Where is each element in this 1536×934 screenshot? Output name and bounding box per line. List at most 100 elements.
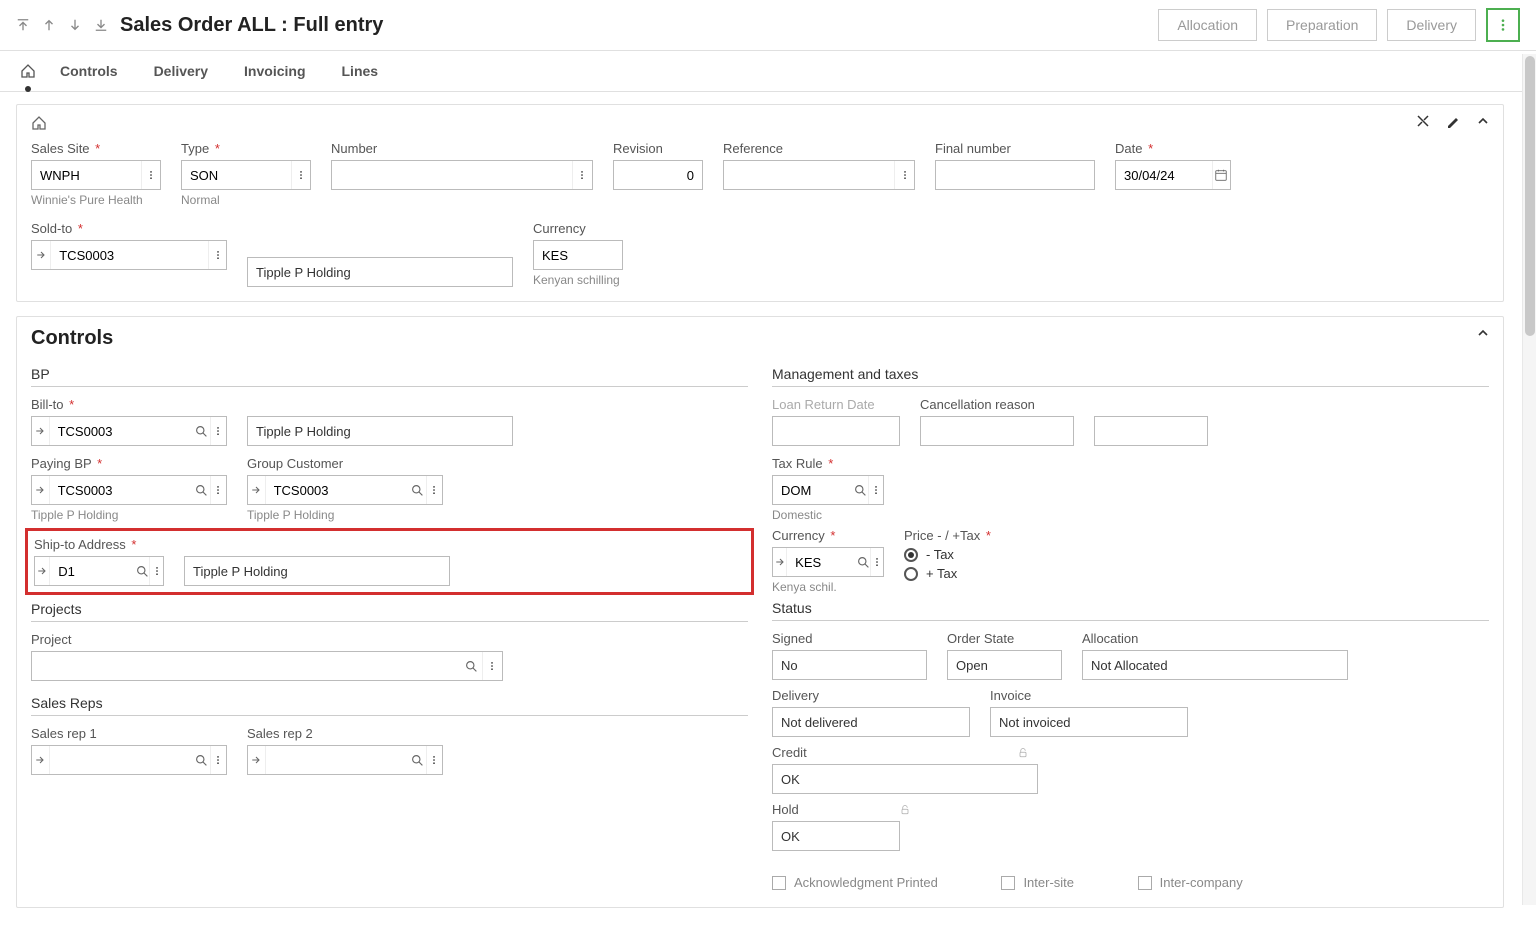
tab-lines[interactable]: Lines [342, 51, 379, 91]
search-icon[interactable] [194, 476, 210, 504]
currency-helper: Kenyan schilling [533, 273, 623, 287]
type-input[interactable] [181, 160, 311, 190]
tab-delivery[interactable]: Delivery [154, 51, 208, 91]
price-tax-plus-radio[interactable]: + Tax [904, 566, 1054, 581]
ack-printed-checkbox[interactable]: Acknowledgment Printed [772, 875, 938, 890]
kebab-icon[interactable] [426, 746, 442, 774]
bill-to-input[interactable] [31, 416, 227, 446]
arrow-down-last-icon[interactable] [94, 18, 108, 32]
search-icon[interactable] [853, 476, 868, 504]
credit-value: OK [772, 764, 1038, 794]
calendar-icon[interactable] [1212, 161, 1230, 189]
price-tax-label: Price - / +Tax * [904, 528, 1054, 543]
arrow-right-icon[interactable] [32, 746, 50, 774]
collapse-icon[interactable] [1475, 325, 1491, 341]
vertical-scrollbar[interactable] [1522, 54, 1536, 905]
allocation-button[interactable]: Allocation [1158, 9, 1257, 41]
date-label: Date * [1115, 141, 1231, 156]
lock-icon [1017, 747, 1029, 759]
arrow-right-icon[interactable] [248, 476, 266, 504]
delivery-button[interactable]: Delivery [1387, 9, 1476, 41]
bill-to-label: Bill-to * [31, 397, 227, 412]
revision-label: Revision [613, 141, 703, 156]
arrow-right-icon[interactable] [32, 417, 50, 445]
collapse-icon[interactable] [1475, 113, 1491, 129]
search-icon[interactable] [857, 548, 870, 576]
paying-bp-input[interactable] [31, 475, 227, 505]
kebab-icon[interactable] [208, 241, 226, 269]
preparation-button[interactable]: Preparation [1267, 9, 1377, 41]
kebab-icon[interactable] [894, 161, 914, 189]
tax-rule-input[interactable] [772, 475, 884, 505]
cancel-reason-input[interactable] [920, 416, 1074, 446]
more-actions-button[interactable] [1486, 8, 1520, 42]
ctrl-currency-input[interactable] [772, 547, 884, 577]
kebab-icon[interactable] [210, 746, 226, 774]
kebab-icon[interactable] [291, 161, 310, 189]
date-input[interactable] [1115, 160, 1231, 190]
tools-icon[interactable] [1415, 113, 1431, 129]
ship-to-label: Ship-to Address * [34, 537, 164, 552]
kebab-icon[interactable] [426, 476, 442, 504]
allocation-value: Not Allocated [1082, 650, 1348, 680]
credit-label: Credit [772, 745, 1038, 760]
kebab-icon[interactable] [482, 652, 502, 680]
tab-home[interactable] [16, 51, 40, 91]
delivery-status-value: Not delivered [772, 707, 970, 737]
final-number-input[interactable] [935, 160, 1095, 190]
mgmt-heading: Management and taxes [772, 366, 1489, 387]
sales-reps-heading: Sales Reps [31, 695, 748, 716]
arrow-right-icon[interactable] [248, 746, 266, 774]
kebab-icon[interactable] [572, 161, 592, 189]
header-actions: Allocation Preparation Delivery [1158, 8, 1520, 42]
loan-return-label: Loan Return Date [772, 397, 900, 412]
sales-site-input[interactable] [31, 160, 161, 190]
tab-controls[interactable]: Controls [60, 51, 118, 91]
search-icon[interactable] [135, 557, 149, 585]
group-customer-input[interactable] [247, 475, 443, 505]
arrow-right-icon[interactable] [773, 548, 787, 576]
edit-icon[interactable] [1445, 113, 1461, 129]
search-icon[interactable] [410, 746, 426, 774]
arrow-up-icon[interactable] [42, 18, 56, 32]
ship-to-input[interactable] [34, 556, 164, 586]
currency-input[interactable] [533, 240, 623, 270]
search-icon[interactable] [462, 652, 482, 680]
kebab-icon[interactable] [870, 548, 883, 576]
search-icon[interactable] [194, 746, 210, 774]
arrow-down-icon[interactable] [68, 18, 82, 32]
search-icon[interactable] [410, 476, 426, 504]
kebab-icon[interactable] [210, 476, 226, 504]
hold-label: Hold [772, 802, 900, 817]
inter-company-checkbox[interactable]: Inter-company [1138, 875, 1243, 890]
allocation-label: Allocation [1082, 631, 1348, 646]
reference-input[interactable] [723, 160, 915, 190]
number-input[interactable] [331, 160, 593, 190]
ship-to-name: Tipple P Holding [184, 556, 450, 586]
home-icon[interactable] [31, 115, 47, 131]
revision-input[interactable] [613, 160, 703, 190]
loan-return-input[interactable] [772, 416, 900, 446]
arrow-up-first-icon[interactable] [16, 18, 30, 32]
lock-icon [899, 804, 911, 816]
sales-rep-1-input[interactable] [31, 745, 227, 775]
sold-to-input[interactable] [31, 240, 227, 270]
kebab-icon[interactable] [149, 557, 163, 585]
kebab-icon[interactable] [210, 417, 226, 445]
project-input[interactable] [31, 651, 503, 681]
sales-rep-2-input[interactable] [247, 745, 443, 775]
arrow-right-icon[interactable] [35, 557, 50, 585]
kebab-icon[interactable] [868, 476, 883, 504]
tab-invoicing[interactable]: Invoicing [244, 51, 305, 91]
controls-title: Controls [31, 327, 1489, 350]
tax-rule-helper: Domestic [772, 508, 884, 522]
arrow-right-icon[interactable] [32, 241, 51, 269]
price-tax-minus-radio[interactable]: - Tax [904, 547, 1054, 562]
bp-heading: BP [31, 366, 748, 387]
inter-site-checkbox[interactable]: Inter-site [1001, 875, 1074, 890]
arrow-right-icon[interactable] [32, 476, 50, 504]
cancel-reason-extra[interactable] [1094, 416, 1208, 446]
sales-rep-1-label: Sales rep 1 [31, 726, 227, 741]
kebab-icon[interactable] [141, 161, 160, 189]
search-icon[interactable] [194, 417, 210, 445]
